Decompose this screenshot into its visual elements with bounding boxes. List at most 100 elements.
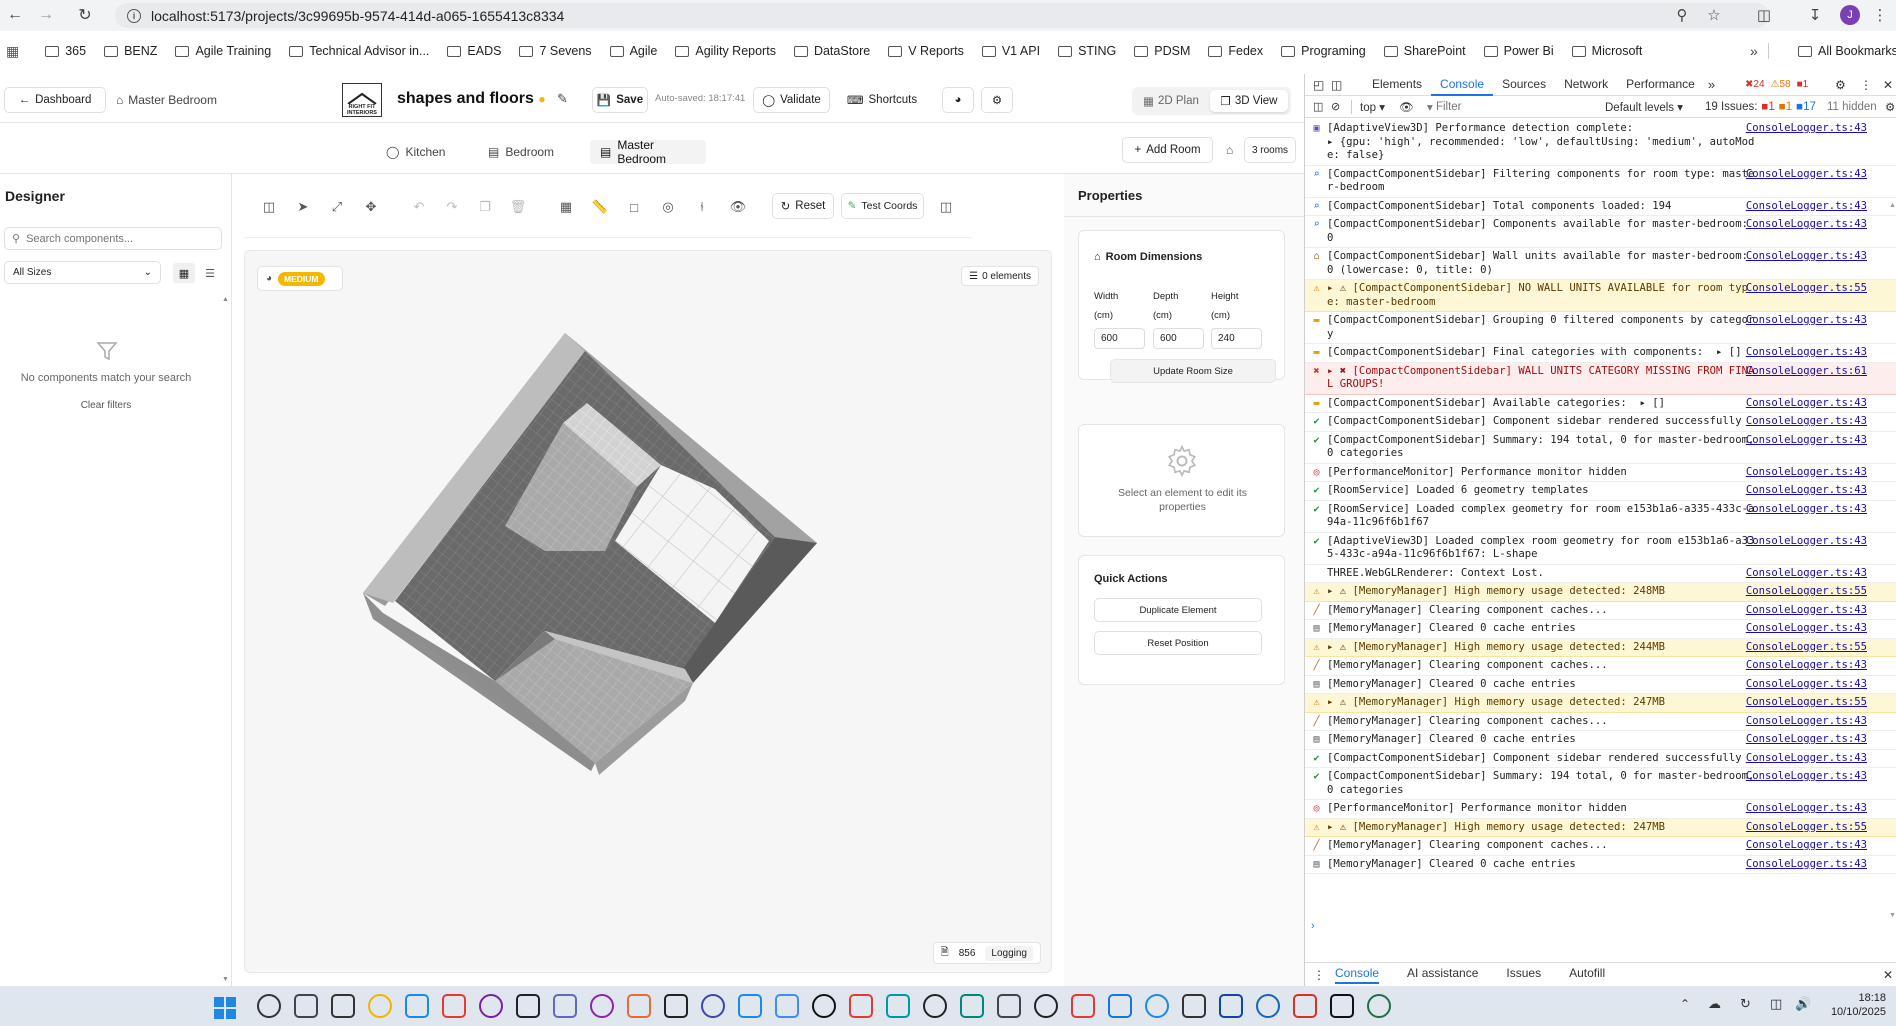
devtools-tab-console[interactable]: Console [1431,74,1494,96]
console-log-row[interactable]: ✖ ▸ ✖ [CompactComponentSidebar] WALL UNIT… [1305,362,1896,395]
address-bar[interactable]: i localhost:5173/projects/3c99695b-9574-… [115,3,1769,28]
site-info-icon[interactable]: i [127,8,141,23]
task-view-icon[interactable] [294,994,318,1018]
more-tabs-icon[interactable]: » [1708,77,1715,92]
log-source-link[interactable]: ConsoleLogger.ts:43 [1746,567,1867,581]
menu-dots-icon[interactable]: ⋮ [1860,78,1872,92]
log-source-link[interactable]: ConsoleLogger.ts:43 [1746,346,1867,360]
console-log-row[interactable]: ✔ [AdaptiveView3D] Loaded complex room ge… [1305,533,1896,565]
select-pointer-icon[interactable]: ➤ [292,196,314,218]
issue-counters[interactable]: ✖24 ⚠58 ■1 [1745,79,1808,90]
console-log-row[interactable]: ▤ [MemoryManager] Cleared 0 cache entries… [1305,856,1896,874]
console-log-row[interactable]: ▣ [AdaptiveView3D] Performance detection … [1305,120,1896,166]
log-source-link[interactable]: ConsoleLogger.ts:43 [1746,678,1867,692]
console-log-row[interactable]: ╱ [MemoryManager] Clearing component cach… [1305,837,1896,856]
extensions-icon[interactable]: ◫ [1750,2,1778,28]
log-source-link[interactable]: ConsoleLogger.ts:55 [1746,585,1867,599]
console-log-row[interactable]: ⚠ ▸ ⚠ [MemoryManager] High memory usage d… [1305,694,1896,713]
app-arrow-icon[interactable] [812,994,836,1018]
log-source-link[interactable]: ConsoleLogger.ts:43 [1746,839,1867,853]
menu-dots-icon[interactable]: ⋮ [1866,2,1894,28]
edge-icon[interactable] [405,994,429,1018]
log-source-link[interactable]: ConsoleLogger.ts:43 [1746,434,1867,448]
volume-icon[interactable]: 🔊 [1795,996,1811,1012]
app-cube-icon[interactable] [1034,994,1058,1018]
log-source-link[interactable]: ConsoleLogger.ts:55 [1746,641,1867,655]
app-nav-icon[interactable] [886,994,910,1018]
log-source-link[interactable]: ConsoleLogger.ts:55 [1746,282,1867,296]
depth-input[interactable]: 600 [1153,328,1204,349]
notes-icon[interactable] [1219,994,1243,1018]
bookmark-item[interactable]: Microsoft [1571,44,1642,58]
devtools-tab-performance[interactable]: Performance [1617,74,1704,96]
log-source-link[interactable]: ConsoleLogger.ts:43 [1746,218,1867,232]
bookmark-item[interactable]: Agile [609,44,657,58]
log-source-link[interactable]: ConsoleLogger.ts:43 [1746,604,1867,618]
search-field[interactable] [26,232,207,245]
eye-icon[interactable]: 👁 [1399,100,1421,114]
more-bookmarks-icon[interactable]: » [1750,43,1758,59]
excel-icon[interactable] [1367,994,1391,1018]
log-source-link[interactable]: ConsoleLogger.ts:43 [1746,858,1867,872]
dashboard-button[interactable]: ← Dashboard [4,87,106,113]
save-button[interactable]: 💾 Save [592,87,648,113]
bookmark-star-icon[interactable]: ☆ [1700,2,1728,28]
copilot-icon[interactable] [738,994,762,1018]
bookmark-item[interactable]: STING [1058,44,1116,58]
gear-icon[interactable]: ⚙ [1885,100,1895,114]
bookmark-item[interactable]: V Reports [888,44,964,58]
bookmark-item[interactable]: Agile Training [175,44,271,58]
bookmark-item[interactable]: EADS [447,44,501,58]
log-source-link[interactable]: ConsoleLogger.ts:55 [1746,821,1867,835]
console-log-row[interactable]: ▤ [MemoryManager] Cleared 0 cache entries… [1305,676,1896,694]
console-log-row[interactable]: ▬ [CompactComponentSidebar] Final categor… [1305,344,1896,363]
move-icon[interactable]: ✥ [360,196,382,218]
scroll-up-icon[interactable]: ▲ [1889,202,1896,209]
tab-bedroom[interactable]: ▤ Bedroom [488,140,554,164]
list-view-button[interactable]: ☰ [199,263,221,283]
console-log-row[interactable]: ▤ [MemoryManager] Cleared 0 cache entries… [1305,731,1896,750]
log-source-link[interactable]: ConsoleLogger.ts:43 [1746,397,1867,411]
log-source-link[interactable]: ConsoleLogger.ts:55 [1746,696,1867,710]
eye-icon[interactable]: 👁 [727,196,749,218]
panel-toggle-icon[interactable]: ◫ [935,196,957,218]
bookmark-item[interactable]: BENZ [104,44,157,58]
zoom-icon[interactable]: ⚲ [1668,2,1696,28]
console-log-row[interactable]: ╱ [MemoryManager] Clearing component cach… [1305,657,1896,676]
scroll-up-icon[interactable]: ▲ [222,296,230,303]
console-scrollbar[interactable]: ▲ ▼ [1889,202,1896,922]
log-source-link[interactable]: ConsoleLogger.ts:43 [1746,503,1867,517]
bookmark-item[interactable]: Fedex [1208,44,1263,58]
3d-canvas[interactable]: ◕ MEDIUM ☰ 0 elements 🗎 856 Logging [244,250,1052,973]
flask-icon[interactable] [997,994,1021,1018]
file-explorer-icon[interactable] [368,994,392,1018]
room-3d-view[interactable] [245,251,1051,972]
gemini-icon[interactable] [775,994,799,1018]
view-3d-button[interactable]: ❒ 3D View [1210,90,1288,112]
bookmark-item[interactable]: 365 [45,44,86,58]
windows-start-icon[interactable] [214,997,236,1024]
gear-icon[interactable]: ⚙ [1835,78,1846,92]
chatgpt-icon[interactable] [664,994,688,1018]
delete-icon[interactable]: 🗑 [507,196,529,218]
vscode-icon[interactable] [1108,994,1132,1018]
console-log-row[interactable]: ⌂ [CompactComponentSidebar] Wall units av… [1305,248,1896,280]
log-source-link[interactable]: ConsoleLogger.ts:43 [1746,415,1867,429]
figma-icon[interactable] [516,994,540,1018]
terminal-icon[interactable] [1182,994,1206,1018]
download-icon[interactable]: ↧ [1801,2,1829,28]
avatar[interactable]: J [1836,2,1864,28]
app-b-icon[interactable] [331,994,355,1018]
validate-button[interactable]: ◯ Validate [753,87,830,113]
close-icon[interactable]: ✕ [1883,78,1893,92]
log-source-link[interactable]: ConsoleLogger.ts:43 [1746,802,1867,816]
notion-icon[interactable] [1330,994,1354,1018]
drawer-tab-issues[interactable]: Issues [1506,966,1541,984]
filter-input[interactable]: ▾ Filter [1427,100,1537,114]
undo-icon[interactable]: ↶ [408,196,430,218]
console-log-row[interactable]: ✔ [CompactComponentSidebar] Summary: 194 … [1305,768,1896,800]
bookmark-item[interactable]: SharePoint [1383,44,1466,58]
view-2d-button[interactable]: ▦ 2D Plan [1136,90,1206,112]
log-source-link[interactable]: ConsoleLogger.ts:43 [1746,466,1867,480]
app-e-icon[interactable] [960,994,984,1018]
